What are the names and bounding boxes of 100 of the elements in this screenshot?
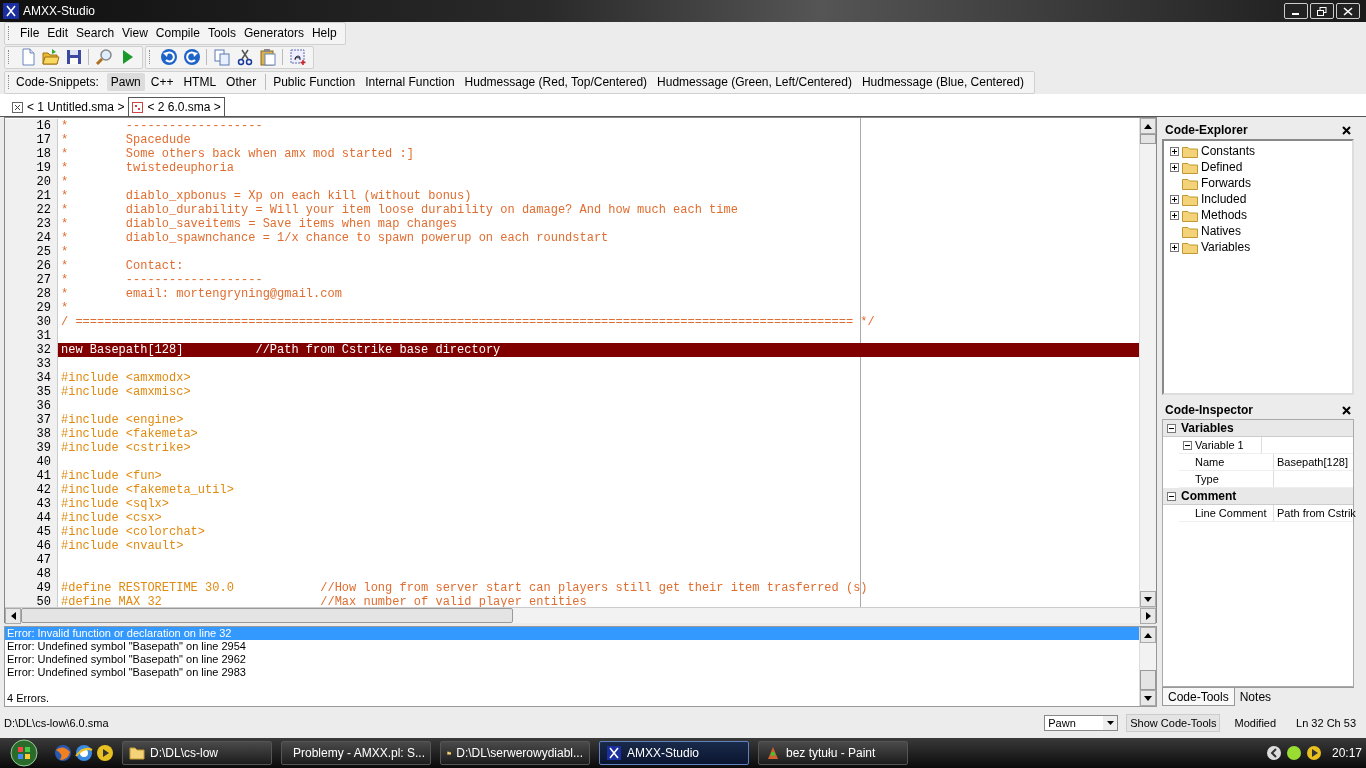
language-button[interactable]: C++: [146, 73, 178, 91]
language-button[interactable]: Pawn: [106, 73, 145, 91]
code-text: #include <cstrike>: [61, 441, 191, 455]
line-number: 16: [5, 119, 58, 133]
error-message[interactable]: Error: Undefined symbol "Basepath" on line 2983: [5, 666, 1139, 679]
redo-icon[interactable]: [182, 48, 201, 66]
snippet-button[interactable]: Public Function: [269, 73, 360, 91]
line-number: 47: [5, 553, 58, 567]
scroll-down-button[interactable]: [1140, 690, 1156, 706]
menu-item[interactable]: File: [16, 24, 44, 42]
snippet-button[interactable]: Hudmessage (Blue, Centered): [857, 73, 1028, 91]
text-box-icon[interactable]: [288, 48, 307, 66]
open-folder-icon[interactable]: [41, 48, 60, 66]
panel-title: Code-Explorer: [1165, 123, 1248, 137]
taskbar-button[interactable]: D:\DL\serwerowydiabl...: [440, 741, 590, 765]
taskbar-button[interactable]: Problemy - AMXX.pl: S...: [281, 741, 431, 765]
code-text: #define MAX 32: [61, 595, 163, 607]
close-icon[interactable]: [1342, 125, 1351, 135]
menu-item[interactable]: Generators: [239, 24, 308, 42]
tree-item[interactable]: Natives: [1201, 224, 1241, 238]
expand-icon[interactable]: [1170, 242, 1179, 252]
line-number: 42: [5, 483, 58, 497]
file-icon: [132, 101, 144, 113]
menu-item[interactable]: Edit: [43, 24, 73, 42]
up-arrow-icon: [1144, 632, 1152, 638]
language-button[interactable]: HTML: [179, 73, 221, 91]
taskbar-button[interactable]: bez tytułu - Paint: [758, 741, 908, 765]
show-code-tools-button[interactable]: Show Code-Tools: [1126, 714, 1221, 732]
clock: 20:17: [1331, 746, 1362, 760]
close-icon[interactable]: [1342, 405, 1351, 415]
scroll-left-button[interactable]: [5, 608, 21, 624]
collapse-icon[interactable]: [1167, 423, 1176, 433]
section-title: Variables: [1181, 421, 1234, 435]
tree-item[interactable]: Constants: [1201, 144, 1256, 158]
search-icon[interactable]: [94, 48, 113, 66]
panel-tab[interactable]: Code-Tools: [1162, 688, 1235, 706]
expand-icon[interactable]: [1170, 162, 1179, 172]
language-dropdown[interactable]: Pawn: [1044, 715, 1119, 731]
scroll-thumb[interactable]: [1140, 134, 1156, 144]
up-arrow-icon: [1144, 123, 1152, 129]
media-icon[interactable]: [96, 744, 114, 762]
menu-item[interactable]: Search: [72, 24, 119, 42]
scroll-thumb[interactable]: [21, 608, 513, 623]
line-number: 48: [5, 567, 58, 581]
collapse-icon[interactable]: [1167, 491, 1176, 501]
language-button[interactable]: Other: [222, 73, 261, 91]
expand-icon[interactable]: [1170, 146, 1179, 156]
undo-icon[interactable]: [159, 48, 178, 66]
scroll-thumb[interactable]: [1140, 670, 1156, 690]
close-icon[interactable]: [12, 101, 23, 113]
tree-item[interactable]: Methods: [1201, 208, 1248, 222]
close-button[interactable]: [1336, 3, 1360, 19]
restore-button[interactable]: [1310, 3, 1334, 19]
snippet-button[interactable]: Hudmessage (Red, Top/Centered): [460, 73, 652, 91]
file-tab[interactable]: < 2 6.0.sma >: [128, 97, 225, 116]
code-text: #include <engine>: [61, 413, 184, 427]
menu-item[interactable]: Help: [307, 24, 341, 42]
line-number: 19: [5, 161, 58, 175]
error-message[interactable]: Error: Undefined symbol "Basepath" on line 2962: [5, 653, 1139, 666]
tree-item[interactable]: Defined: [1201, 160, 1243, 174]
minimize-button[interactable]: [1284, 3, 1308, 19]
dropdown-arrow-icon: [1106, 721, 1114, 725]
folder-icon: [1182, 144, 1198, 158]
code-comment: //How long from server start can players still get their item trasferred (s): [320, 581, 868, 595]
menu-item[interactable]: Compile: [151, 24, 204, 42]
clipboard-icon[interactable]: [258, 48, 277, 66]
scroll-up-button[interactable]: [1140, 118, 1156, 134]
floppy-icon[interactable]: [64, 48, 83, 66]
scroll-up-button[interactable]: [1140, 627, 1156, 643]
menu-item[interactable]: View: [118, 24, 152, 42]
code-text: #include <csx>: [61, 511, 162, 525]
globe-icon[interactable]: [54, 744, 72, 762]
panel-tab[interactable]: Notes: [1234, 688, 1277, 706]
menu-item[interactable]: Tools: [203, 24, 240, 42]
expand-icon[interactable]: [1170, 194, 1179, 204]
scissors-icon[interactable]: [235, 48, 254, 66]
error-message[interactable]: Error: Undefined symbol "Basepath" on line 2954: [5, 640, 1139, 653]
code-text: #include <amxmodx>: [61, 371, 191, 385]
error-count: 4 Errors.: [6, 692, 51, 705]
code-text: * -------------------: [61, 273, 263, 287]
tree-item[interactable]: Forwards: [1201, 176, 1251, 190]
expand-icon[interactable]: [1170, 210, 1179, 220]
snippet-button[interactable]: Hudmessage (Green, Left/Centered): [653, 73, 856, 91]
left-arrow-icon: [10, 612, 16, 620]
line-number: 50: [5, 595, 58, 607]
tree-item[interactable]: Included: [1201, 192, 1247, 206]
snippet-button[interactable]: Internal Function: [361, 73, 459, 91]
start-button-icon[interactable]: [10, 739, 38, 767]
line-number: 30: [5, 315, 58, 329]
tree-item[interactable]: Variables: [1201, 240, 1251, 254]
media-icon[interactable]: [1305, 745, 1322, 761]
collapse-icon[interactable]: [1183, 440, 1192, 450]
code-comment: //Max number of valid player entities: [320, 595, 587, 607]
line-number: 49: [5, 581, 58, 595]
taskbar-button[interactable]: D:\DL\cs-low: [122, 741, 272, 765]
taskbar-button[interactable]: AMXX-Studio: [599, 741, 749, 765]
scroll-right-button[interactable]: [1140, 608, 1156, 624]
globe-icon[interactable]: [75, 744, 93, 762]
scroll-down-button[interactable]: [1140, 591, 1156, 607]
code-text: * diablo_saveitems = Save items when map changes: [61, 217, 458, 231]
